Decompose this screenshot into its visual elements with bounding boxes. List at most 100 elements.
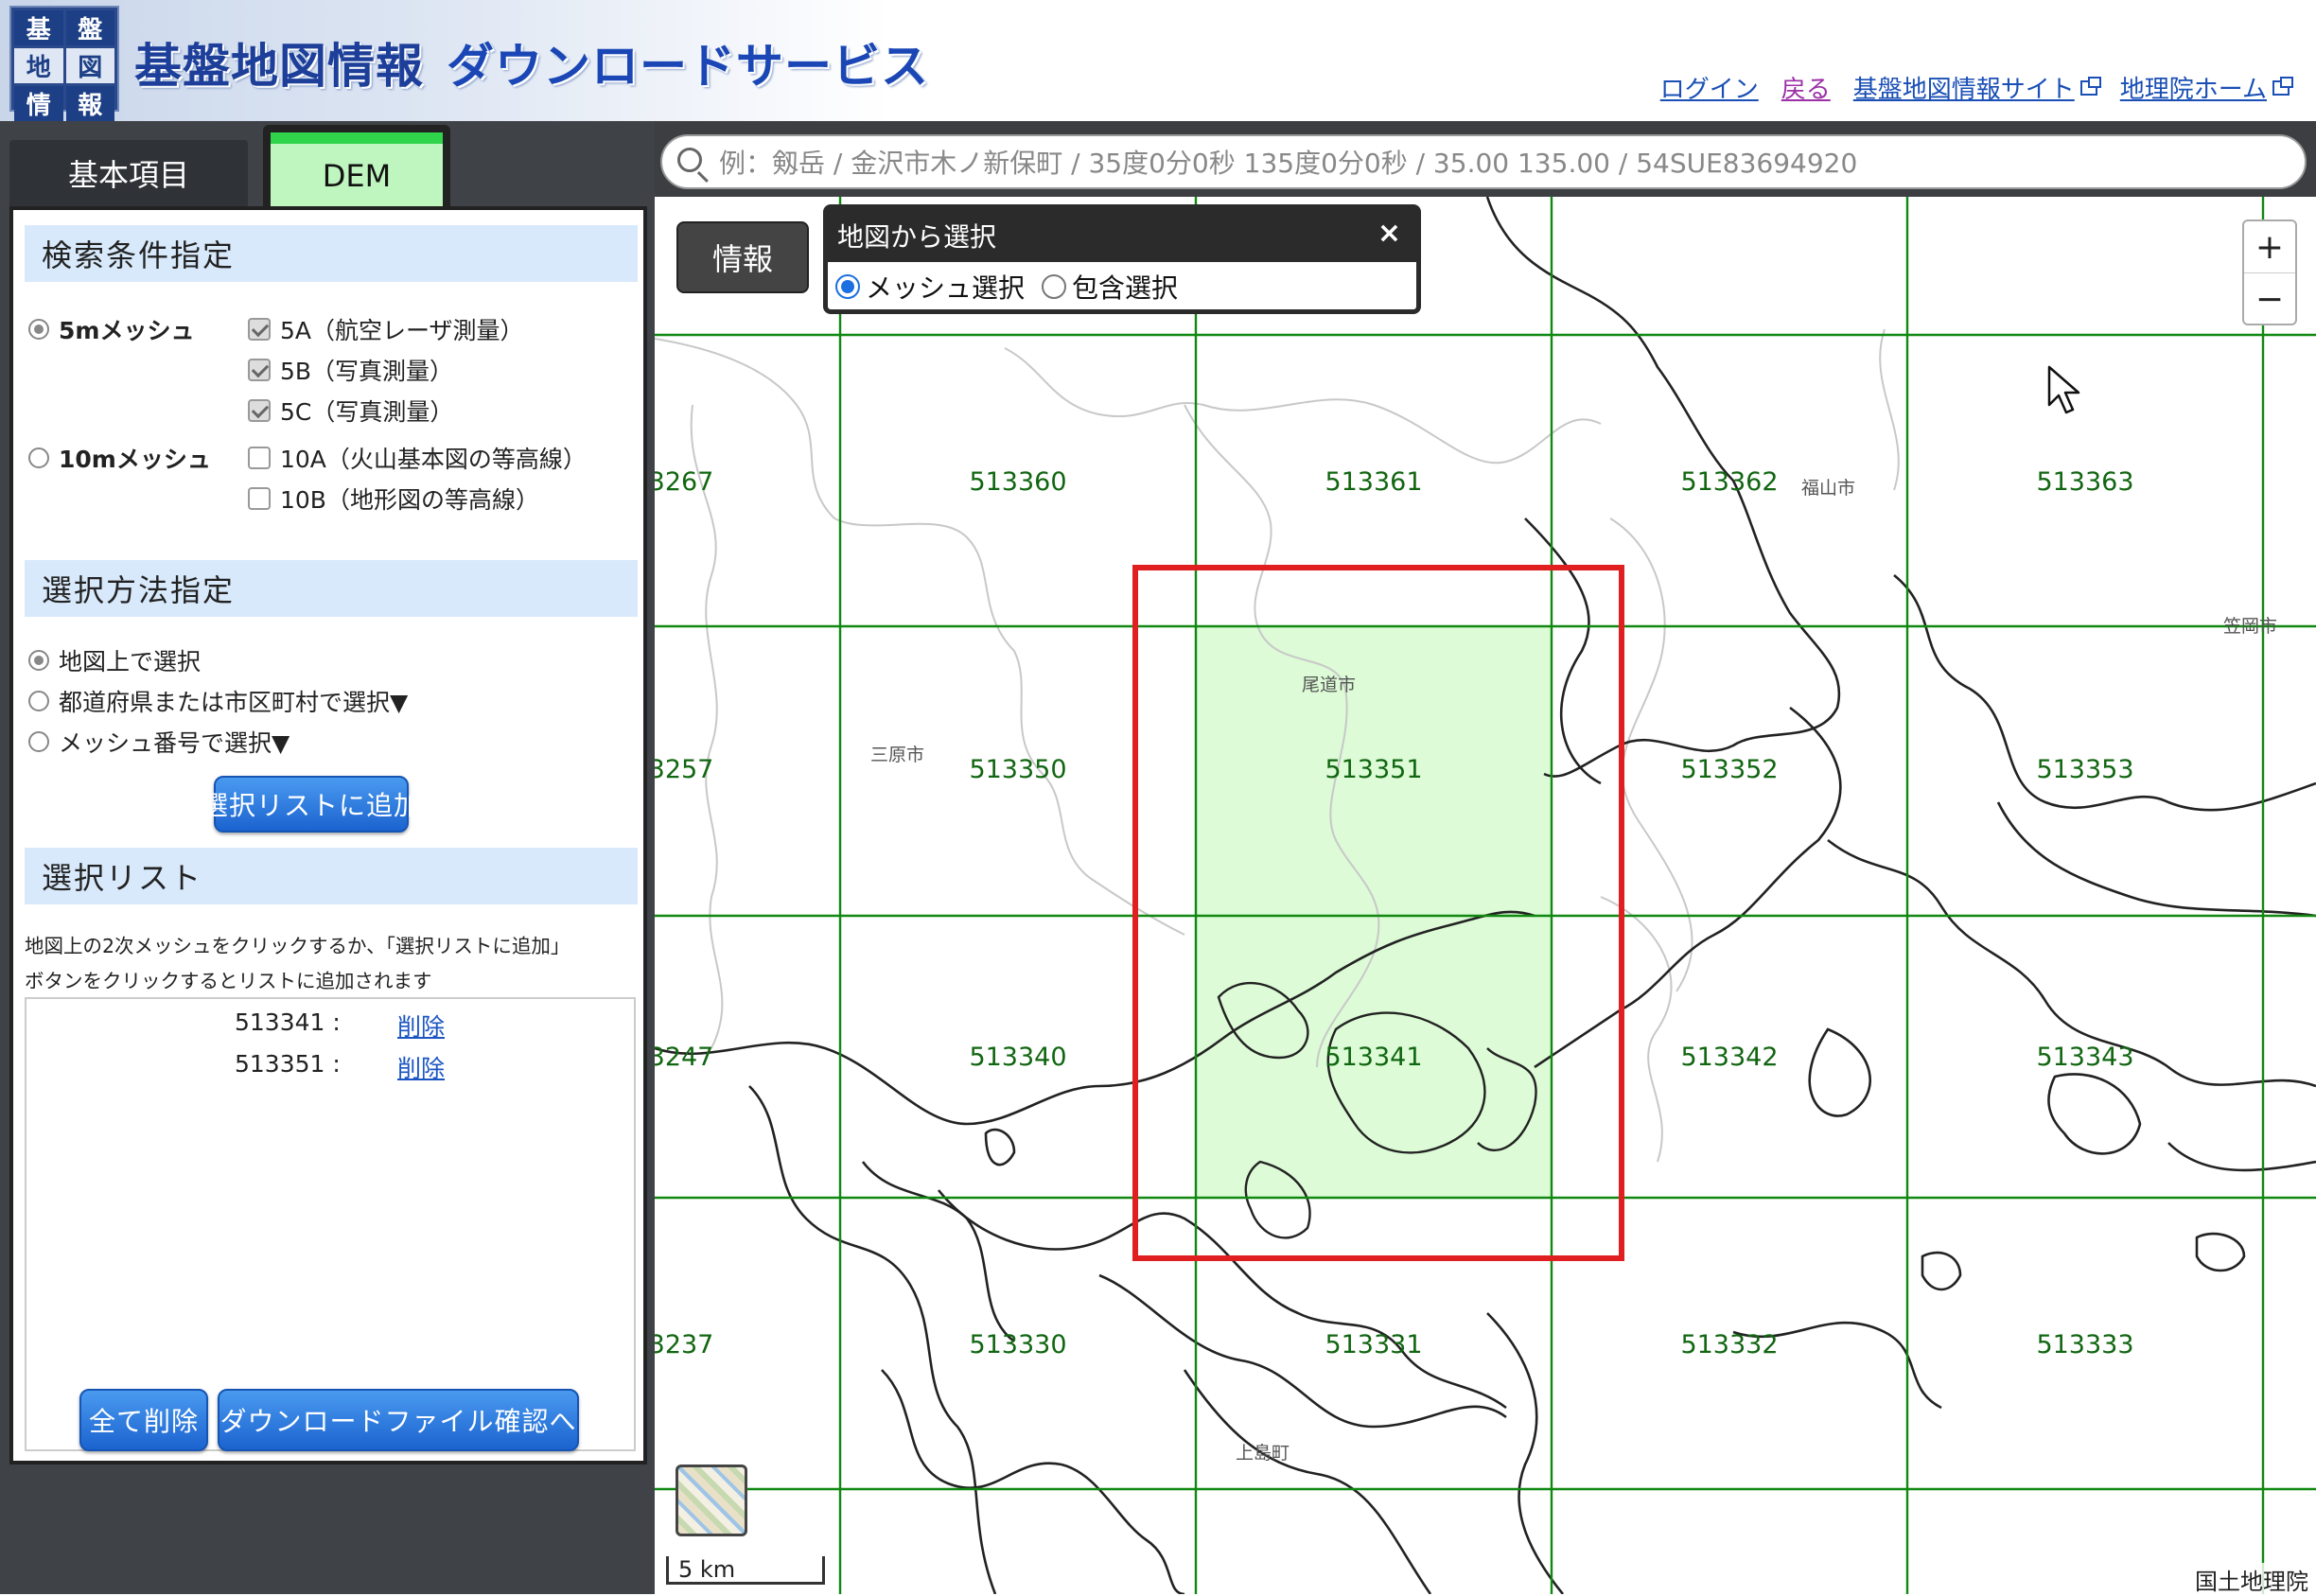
mouse-cursor-icon bbox=[2047, 365, 2080, 414]
contain-select-radio[interactable]: 包含選択 bbox=[1042, 268, 1178, 306]
mesh-label: 513350 bbox=[969, 755, 1066, 784]
mesh-select-radio[interactable]: メッシュ選択 bbox=[835, 268, 1025, 306]
list-item-code: 513351 : bbox=[235, 1050, 341, 1078]
radio-icon bbox=[28, 650, 49, 671]
place-label-kamijima: 上島町 bbox=[1236, 1443, 1290, 1464]
option-5b-label: 5B（写真測量） bbox=[280, 358, 454, 385]
zoom-out-button[interactable]: − bbox=[2244, 273, 2295, 324]
gsi-home-link-label: 地理院ホーム bbox=[2119, 76, 2267, 104]
location-search-input[interactable]: 例：剱岳 / 金沢市木ノ新保町 / 35度0分0秒 135度0分0秒 / 35.… bbox=[660, 134, 2307, 189]
mesh-label: 513353 bbox=[2036, 755, 2133, 784]
mesh-label: 513331 bbox=[1325, 1330, 1422, 1359]
select-by-prefecture-label: 都道府県または市区町村で選択▼ bbox=[59, 689, 409, 716]
login-link[interactable]: ログイン bbox=[1660, 70, 1759, 105]
contain-select-label: 包含選択 bbox=[1072, 272, 1179, 304]
hint-line: ボタンをクリックするとリストに追加されます bbox=[25, 970, 432, 992]
delete-link[interactable]: 削除 bbox=[397, 1050, 445, 1084]
logo-char: 盤 bbox=[65, 10, 114, 45]
login-link-label: ログイン bbox=[1659, 76, 1759, 104]
mesh-label: 3247 bbox=[655, 1043, 713, 1072]
radio-icon bbox=[28, 447, 49, 468]
close-icon[interactable]: × bbox=[1377, 217, 1401, 250]
scale-bar: 5 km bbox=[666, 1556, 825, 1585]
mesh-label: 513360 bbox=[969, 467, 1066, 497]
gsi-home-link[interactable]: 地理院ホーム bbox=[2119, 70, 2293, 105]
select-by-mesh-number-radio[interactable]: メッシュ番号で選択▼ bbox=[28, 725, 290, 759]
option-10a-checkbox[interactable]: 10A（火山基本図の等高線） bbox=[248, 441, 587, 475]
logo-char: 基 bbox=[14, 10, 63, 45]
radio-icon bbox=[1042, 274, 1066, 299]
zoom-in-button[interactable]: + bbox=[2244, 221, 2295, 273]
select-on-map-radio[interactable]: 地図上で選択 bbox=[28, 643, 201, 677]
select-by-prefecture-radio[interactable]: 都道府県または市区町村で選択▼ bbox=[28, 684, 408, 718]
mesh-label: 513342 bbox=[1680, 1043, 1778, 1072]
back-link-label: 戻る bbox=[1781, 76, 1831, 104]
external-link-icon bbox=[2079, 76, 2101, 96]
radio-icon bbox=[835, 274, 860, 299]
select-by-mesh-number-label: メッシュ番号で選択▼ bbox=[59, 729, 290, 757]
selection-list: 513341 : 削除 513351 : 削除 bbox=[25, 997, 636, 1451]
logo-char: 図 bbox=[65, 48, 114, 83]
radio-icon bbox=[28, 691, 49, 711]
zoom-control: + − bbox=[2242, 219, 2297, 325]
checkbox-icon bbox=[248, 399, 271, 422]
selection-method-heading: 選択方法指定 bbox=[25, 560, 638, 617]
mesh-label: 513333 bbox=[2036, 1330, 2133, 1359]
checkbox-icon bbox=[248, 359, 271, 381]
selection-list-hint: 地図上の2次メッシュをクリックするか、「選択リストに追加」 ボタンをクリックする… bbox=[25, 929, 640, 999]
side-panel: 検索条件指定 5mメッシュ 5A（航空レーザ測量） 5B（写真測量） 5C（写真… bbox=[9, 206, 647, 1464]
back-link[interactable]: 戻る bbox=[1781, 70, 1831, 105]
mesh-label: 513361 bbox=[1325, 467, 1422, 497]
place-label-fukuyama: 福山市 bbox=[1801, 478, 1855, 499]
place-label-kasaoka: 笠岡市 bbox=[2223, 616, 2277, 637]
tab-dem[interactable]: DEM bbox=[263, 125, 450, 208]
list-item: 513341 : 削除 bbox=[26, 1005, 634, 1043]
confirm-download-button[interactable]: ダウンロードファイル確認へ bbox=[218, 1389, 579, 1451]
mesh-label: 513330 bbox=[969, 1330, 1066, 1359]
delete-all-button[interactable]: 全て削除 bbox=[79, 1389, 208, 1451]
place-label-onomichi: 尾道市 bbox=[1302, 675, 1356, 695]
option-5a-checkbox[interactable]: 5A（航空レーザ測量） bbox=[248, 312, 524, 346]
tab-basic-label: 基本項目 bbox=[67, 157, 189, 193]
mesh-label: 513343 bbox=[2036, 1043, 2133, 1072]
logo-char: 情 bbox=[14, 86, 63, 121]
external-link-icon bbox=[2272, 76, 2293, 96]
mesh-label: 513340 bbox=[969, 1043, 1066, 1072]
map-view[interactable]: 3267 513360 513361 513362 513363 3257 51… bbox=[655, 121, 2316, 1594]
add-to-list-button[interactable]: 選択リストに追加 bbox=[202, 776, 420, 833]
header: 基 盤 地 図 情 報 基盤地図情報 ダウンロードサービス ログイン 戻る 基盤地… bbox=[0, 0, 2316, 121]
option-10b-checkbox[interactable]: 10B（地形図の等高線） bbox=[248, 482, 539, 516]
radio-icon bbox=[28, 319, 49, 340]
map-canvas: 3267 513360 513361 513362 513363 3257 51… bbox=[655, 196, 2316, 1594]
list-item-code: 513341 : bbox=[235, 1008, 341, 1036]
mesh-label: 3257 bbox=[655, 755, 713, 784]
option-10a-label: 10A（火山基本図の等高線） bbox=[280, 446, 587, 473]
info-button[interactable]: 情報 bbox=[676, 221, 809, 293]
site-title-main: 基盤地図情報 bbox=[134, 39, 424, 94]
logo-char: 地 bbox=[14, 48, 63, 83]
option-5b-checkbox[interactable]: 5B（写真測量） bbox=[248, 353, 453, 387]
delete-link[interactable]: 削除 bbox=[397, 1008, 445, 1043]
select-on-map-label: 地図上で選択 bbox=[59, 648, 202, 675]
mesh-select-label: メッシュ選択 bbox=[866, 272, 1026, 304]
option-10b-label: 10B（地形図の等高線） bbox=[280, 486, 539, 514]
header-links: ログイン 戻る 基盤地図情報サイト 地理院ホーム bbox=[1660, 70, 2293, 105]
place-label-mihara: 三原市 bbox=[870, 745, 924, 765]
mesh-5m-label: 5mメッシュ bbox=[59, 317, 195, 344]
option-5a-label: 5A（航空レーザ測量） bbox=[280, 317, 524, 344]
mesh-10m-radio[interactable]: 10mメッシュ bbox=[28, 441, 211, 475]
gsi-site-link-label: 基盤地図情報サイト bbox=[1852, 76, 2075, 104]
radio-icon bbox=[28, 731, 49, 752]
search-conditions-heading: 検索条件指定 bbox=[25, 225, 638, 282]
site-logo[interactable]: 基 盤 地 図 情 報 bbox=[9, 6, 119, 121]
gsi-site-link[interactable]: 基盤地図情報サイト bbox=[1852, 70, 2101, 105]
tab-basic-items[interactable]: 基本項目 bbox=[9, 140, 248, 206]
option-5c-checkbox[interactable]: 5C（写真測量） bbox=[248, 394, 453, 428]
base-layer-switch-button[interactable] bbox=[676, 1464, 747, 1536]
mesh-5m-radio[interactable]: 5mメッシュ bbox=[28, 312, 194, 346]
map-attribution: 国土地理院 bbox=[2193, 1563, 2310, 1596]
site-title-sub: ダウンロードサービス bbox=[447, 39, 929, 94]
mesh-label: 513332 bbox=[1680, 1330, 1778, 1359]
logo-char: 報 bbox=[65, 86, 114, 121]
map-select-popup: 地図から選択 × メッシュ選択 包含選択 bbox=[823, 204, 1421, 314]
